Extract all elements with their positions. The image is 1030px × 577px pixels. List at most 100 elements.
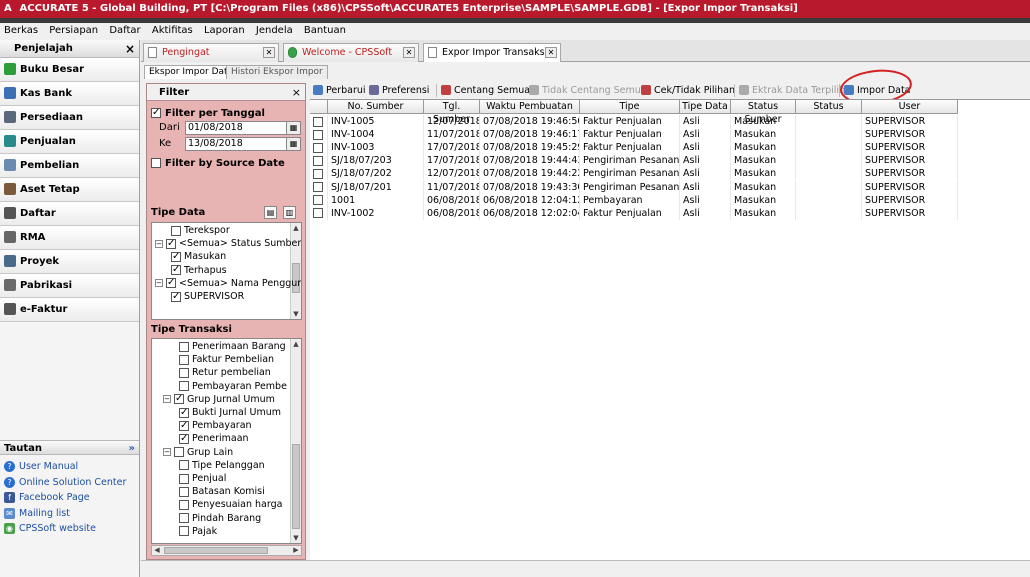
scroll-thumb[interactable] [292, 444, 300, 529]
chevron-down-icon[interactable]: » [129, 441, 135, 456]
tree-item[interactable]: − <Semua> Nama Pengguna [155, 276, 301, 290]
tree-item[interactable]: Batasan Komisi [179, 485, 265, 498]
tree-item[interactable]: Penyesuaian harga [179, 498, 282, 511]
tree-item-checkbox[interactable] [179, 419, 189, 432]
sidebar-item-proyek[interactable]: Proyek [0, 250, 139, 274]
row-checkbox[interactable] [313, 182, 323, 192]
row-checkbox[interactable] [313, 195, 323, 206]
row-select-cell[interactable] [313, 180, 328, 194]
tree-item-checkbox[interactable] [171, 250, 181, 263]
cek-tidak-pilihan-button[interactable]: Cek/Tidak Pilihan [640, 82, 735, 99]
tree-item[interactable]: SUPERVISOR [171, 290, 244, 303]
tree-item-checkbox[interactable] [171, 225, 181, 236]
link-cpssoft-website[interactable]: ◉ CPSSoft website [4, 522, 96, 536]
tree-item-checkbox[interactable] [171, 290, 181, 303]
tree-item[interactable]: Retur pembelian [179, 366, 271, 379]
tree-item-checkbox[interactable] [174, 447, 184, 458]
tree-item[interactable]: Faktur Pembelian [179, 353, 274, 366]
to-date-field[interactable]: 13/08/2018 ▦ [185, 137, 301, 151]
column-header[interactable]: Tgl. Sumber [424, 100, 480, 125]
column-header[interactable]: Status Sumber [731, 100, 796, 125]
tree-item[interactable]: Pembayaran [179, 419, 252, 432]
tree-item[interactable]: Terekspor [171, 224, 230, 237]
close-tab-icon[interactable]: ✕ [403, 47, 415, 58]
tree-item[interactable]: Terhapus [171, 263, 227, 277]
menu-jendela[interactable]: Jendela [256, 25, 293, 36]
filter-close-icon[interactable]: × [292, 84, 301, 101]
tree-item-checkbox[interactable] [179, 460, 189, 471]
sidebar-item-pabrikasi[interactable]: Pabrikasi [0, 274, 139, 298]
column-header[interactable]: Waktu Pembuatan [480, 100, 580, 114]
tree-item-checkbox[interactable] [179, 499, 189, 510]
menu-laporan[interactable]: Laporan [204, 25, 245, 36]
sidebar-item-pembelian[interactable]: Pembelian [0, 154, 139, 178]
collapse-icon[interactable]: − [163, 448, 171, 457]
subtab-histori-ekspor-impor[interactable]: Histori Ekspor Impor [226, 65, 328, 79]
calendar-icon[interactable]: ▦ [286, 138, 300, 150]
sidebar-item-persediaan[interactable]: Persediaan [0, 106, 139, 130]
sidebar-item-rma[interactable]: RMA [0, 226, 139, 250]
tree-item-checkbox[interactable] [179, 513, 189, 524]
table-row[interactable]: SJ/18/07/203 17/07/2018 07/08/2018 19:44:4… [310, 154, 958, 168]
scroll-left-icon[interactable]: ◀ [152, 546, 162, 555]
row-select-cell[interactable] [313, 115, 328, 128]
expand-all-icon[interactable]: ▤ [264, 206, 277, 219]
tree-item-checkbox[interactable] [179, 354, 189, 365]
link-user-manual[interactable]: ? User Manual [4, 460, 78, 474]
column-header[interactable]: Tipe [580, 100, 680, 114]
filter-by-date-checkbox[interactable] [151, 106, 161, 119]
row-checkbox[interactable] [313, 116, 323, 127]
close-tab-icon[interactable]: ✕ [545, 47, 557, 58]
tree-item[interactable]: Pembayaran Pembe [179, 380, 287, 393]
tree-item[interactable]: Masukan [171, 250, 226, 263]
table-row[interactable]: INV-1004 11/07/2018 07/08/2018 19:46:17 Fak… [310, 128, 958, 142]
row-select-cell[interactable] [313, 128, 328, 142]
tab-expor-impor[interactable]: Expor Impor Transaks... ✕ [423, 43, 561, 62]
centang-semua-button[interactable]: Centang Semua [440, 82, 530, 99]
tree-item-checkbox[interactable] [179, 381, 189, 392]
tab-pengingat[interactable]: Pengingat ✕ [143, 43, 279, 62]
scroll-down-icon[interactable]: ▼ [291, 309, 301, 319]
close-tab-icon[interactable]: ✕ [263, 47, 275, 58]
tautan-header[interactable]: Tautan » [0, 440, 139, 455]
scroll-thumb[interactable] [164, 547, 268, 554]
menu-persiapan[interactable]: Persiapan [49, 25, 98, 36]
tree-item-checkbox[interactable] [179, 486, 189, 497]
column-header[interactable]: Tipe Data [680, 100, 731, 114]
row-checkbox[interactable] [313, 208, 323, 219]
calendar-icon[interactable]: ▦ [286, 122, 300, 134]
tree-item-checkbox[interactable] [171, 263, 181, 276]
tree-item-checkbox[interactable] [179, 473, 189, 484]
tree-item-checkbox[interactable] [179, 341, 189, 352]
row-select-cell[interactable] [313, 167, 328, 181]
tree-item[interactable]: Penerimaan Barang [179, 340, 286, 353]
tree-item-checkbox[interactable] [166, 237, 176, 250]
preferensi-button[interactable]: Preferensi [368, 82, 429, 99]
tree-item-checkbox[interactable] [179, 406, 189, 419]
sidebar-item-buku-besar[interactable]: Buku Besar [0, 58, 139, 82]
tree-item-checkbox[interactable] [174, 392, 184, 405]
tipe-data-tree[interactable]: ▲ ▼ Terekspor − <Semua> Status SumberMasuk… [151, 222, 302, 320]
menu-daftar[interactable]: Daftar [109, 25, 140, 36]
column-header[interactable]: No. Sumber [328, 100, 424, 114]
tree-item[interactable]: Pindah Barang [179, 512, 261, 525]
row-checkbox[interactable] [313, 129, 323, 140]
tipe-transaksi-scrollbar[interactable]: ▲ ▼ [290, 339, 301, 543]
table-row[interactable]: INV-1005 12/07/2018 07/08/2018 19:46:50 Fak… [310, 115, 958, 128]
filter-by-source-checkbox[interactable] [151, 158, 161, 168]
link-facebook-page[interactable]: f Facebook Page [4, 491, 90, 505]
filter-by-source-row[interactable]: Filter by Source Date [151, 157, 285, 170]
perbarui-button[interactable]: Perbarui [312, 82, 366, 99]
menu-aktifitas[interactable]: Aktifitas [152, 25, 193, 36]
table-row[interactable]: INV-1003 17/07/2018 07/08/2018 19:45:29 Fak… [310, 141, 958, 155]
column-header[interactable]: User [862, 100, 958, 114]
sidebar-item-e-faktur[interactable]: e-Faktur [0, 298, 139, 322]
row-checkbox[interactable] [313, 168, 323, 179]
tree-item[interactable]: − Grup Jurnal Umum [163, 392, 275, 406]
scroll-right-icon[interactable]: ▶ [291, 546, 301, 555]
collapse-icon[interactable]: − [163, 395, 171, 404]
column-header[interactable]: Status [796, 100, 862, 114]
menu-berkas[interactable]: Berkas [4, 25, 38, 36]
table-row[interactable]: 1001 06/08/2018 06/08/2018 12:04:12 Pembaya… [310, 193, 958, 207]
table-row[interactable]: INV-1002 06/08/2018 06/08/2018 12:02:04 Fak… [310, 206, 958, 220]
